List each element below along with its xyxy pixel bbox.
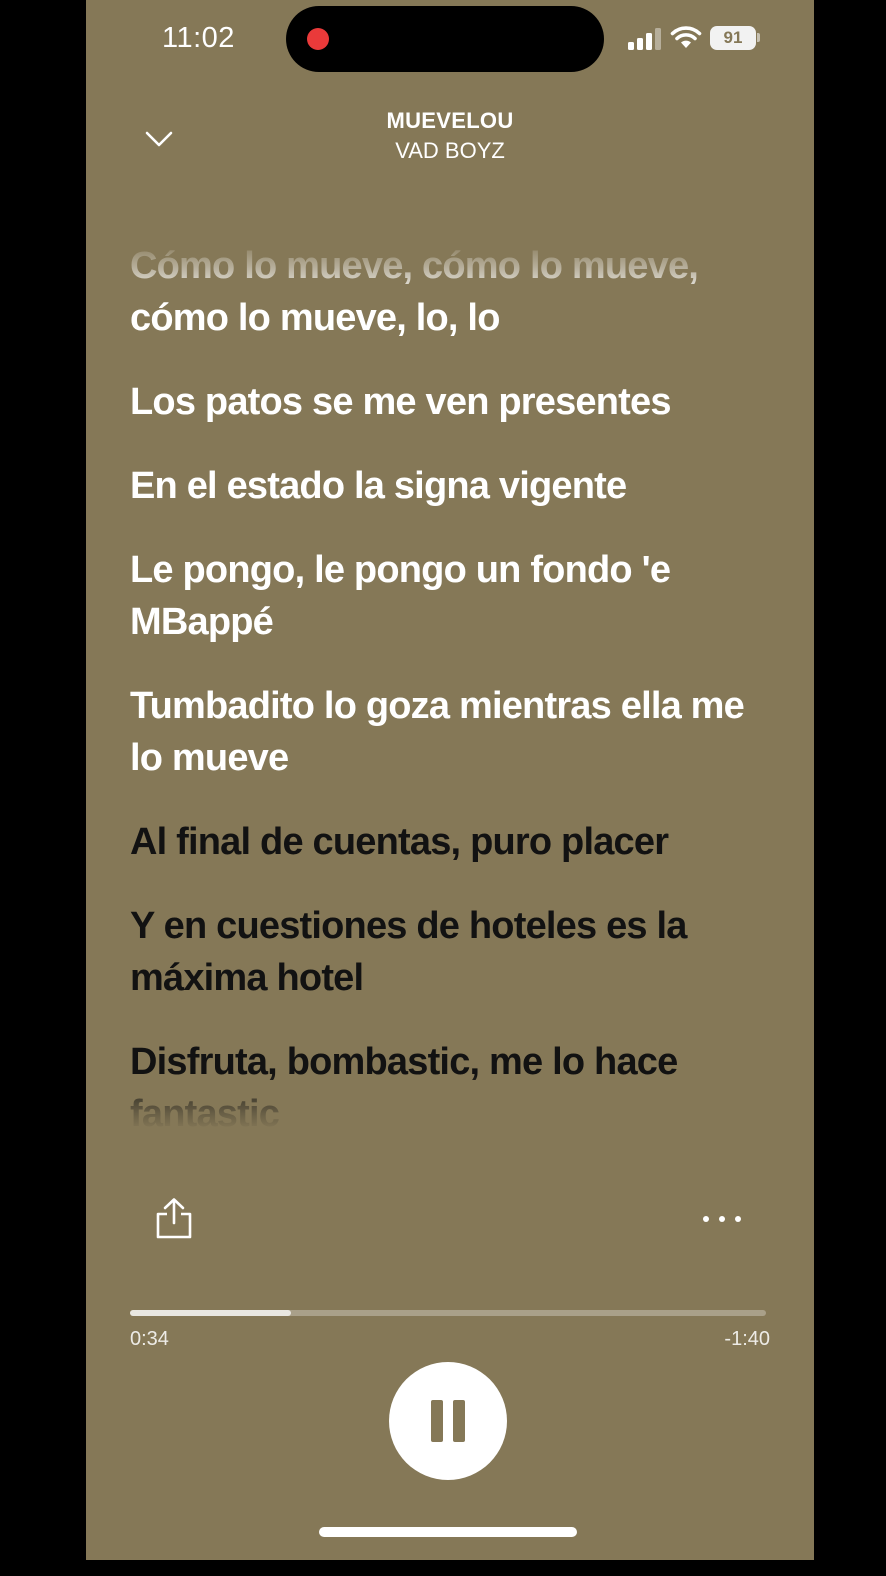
cellular-signal-icon bbox=[628, 28, 662, 50]
battery-tip bbox=[757, 33, 760, 42]
dynamic-island bbox=[286, 6, 604, 72]
lyric-line[interactable]: Los patos se me ven presentes bbox=[130, 376, 770, 428]
track-artist[interactable]: VAD BOYZ bbox=[86, 138, 814, 164]
progress-fill bbox=[130, 1310, 291, 1316]
lyrics-panel[interactable]: Cómo lo mueve, cómo lo mueve, cómo lo mu… bbox=[130, 240, 770, 1130]
home-indicator[interactable] bbox=[319, 1527, 577, 1537]
lyric-line[interactable]: Al final de cuentas, puro placer bbox=[130, 816, 770, 868]
playback-progress-bar[interactable] bbox=[130, 1308, 766, 1318]
track-title: MUEVELOU bbox=[386, 108, 514, 133]
recording-indicator-icon bbox=[307, 28, 329, 50]
elapsed-time: 0:34 bbox=[130, 1328, 169, 1350]
pause-icon bbox=[431, 1400, 443, 1442]
now-playing-screen: 11:02 91 MUEVELOU VAD BOYZ Cómo lo mueve… bbox=[86, 0, 814, 1560]
more-icon[interactable] bbox=[698, 1204, 746, 1234]
status-time: 11:02 bbox=[162, 22, 235, 54]
lyric-line[interactable]: Y en cuestiones de hoteles es la máxima … bbox=[130, 900, 770, 1004]
remaining-time: -1:40 bbox=[724, 1328, 770, 1350]
lyric-line[interactable]: Tumbadito lo goza mientras ella me lo mu… bbox=[130, 680, 770, 784]
share-icon[interactable] bbox=[152, 1196, 196, 1242]
pause-button[interactable] bbox=[389, 1362, 507, 1480]
lyric-line[interactable]: Le pongo, le pongo un fondo 'e MBappé bbox=[130, 544, 770, 648]
lyric-line[interactable]: En el estado la signa vigente bbox=[130, 460, 770, 512]
lyric-line[interactable]: Disfruta, bombastic, me lo hace fantasti… bbox=[130, 1036, 770, 1130]
wifi-icon bbox=[670, 26, 702, 48]
battery-level: 91 bbox=[710, 26, 756, 50]
lyric-line[interactable]: Cómo lo mueve, cómo lo mueve, cómo lo mu… bbox=[130, 240, 770, 344]
pause-icon bbox=[453, 1400, 465, 1442]
